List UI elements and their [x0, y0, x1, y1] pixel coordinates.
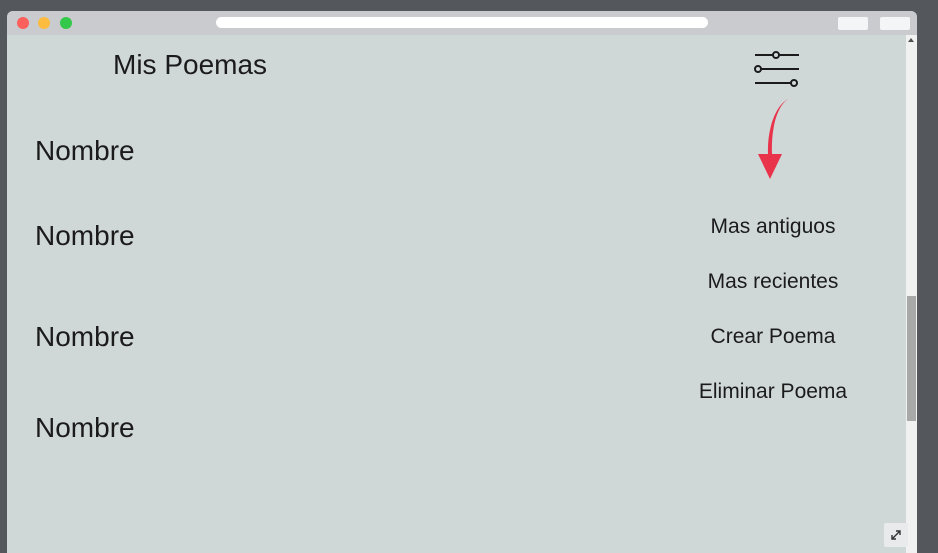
page-title: Mis Poemas	[113, 49, 268, 80]
address-bar[interactable]	[216, 17, 708, 28]
menu-item-mas-antiguos[interactable]: Mas antiguos	[653, 215, 893, 239]
maximize-window-button[interactable]	[60, 17, 72, 29]
filter-button[interactable]	[747, 45, 803, 91]
menu-item-crear-poema[interactable]: Crear Poema	[653, 325, 893, 349]
menu-item-mas-recientes[interactable]: Mas recientes	[653, 270, 893, 294]
toolbar-button-2[interactable]	[880, 17, 910, 30]
menu-item-eliminar-poema[interactable]: Eliminar Poema	[653, 380, 893, 404]
scroll-up-arrow-icon[interactable]	[908, 38, 914, 42]
window-titlebar	[7, 11, 917, 35]
minimize-window-button[interactable]	[38, 17, 50, 29]
browser-window: Mis Poemas Nombre Nombre Nombre Nombre M	[7, 11, 917, 553]
scroll-thumb[interactable]	[907, 296, 916, 421]
expand-button[interactable]	[884, 523, 908, 547]
poem-item[interactable]: Nombre	[35, 321, 135, 353]
poem-item[interactable]: Nombre	[35, 135, 135, 167]
vertical-scrollbar[interactable]	[906, 35, 917, 553]
close-window-button[interactable]	[17, 17, 29, 29]
poem-item[interactable]: Nombre	[35, 220, 135, 252]
poem-item[interactable]: Nombre	[35, 412, 135, 444]
curved-arrow-icon	[758, 99, 788, 179]
app-content: Mis Poemas Nombre Nombre Nombre Nombre M	[7, 35, 906, 553]
sliders-icon	[754, 51, 799, 87]
expand-icon	[891, 530, 901, 540]
toolbar-button-1[interactable]	[838, 17, 868, 30]
